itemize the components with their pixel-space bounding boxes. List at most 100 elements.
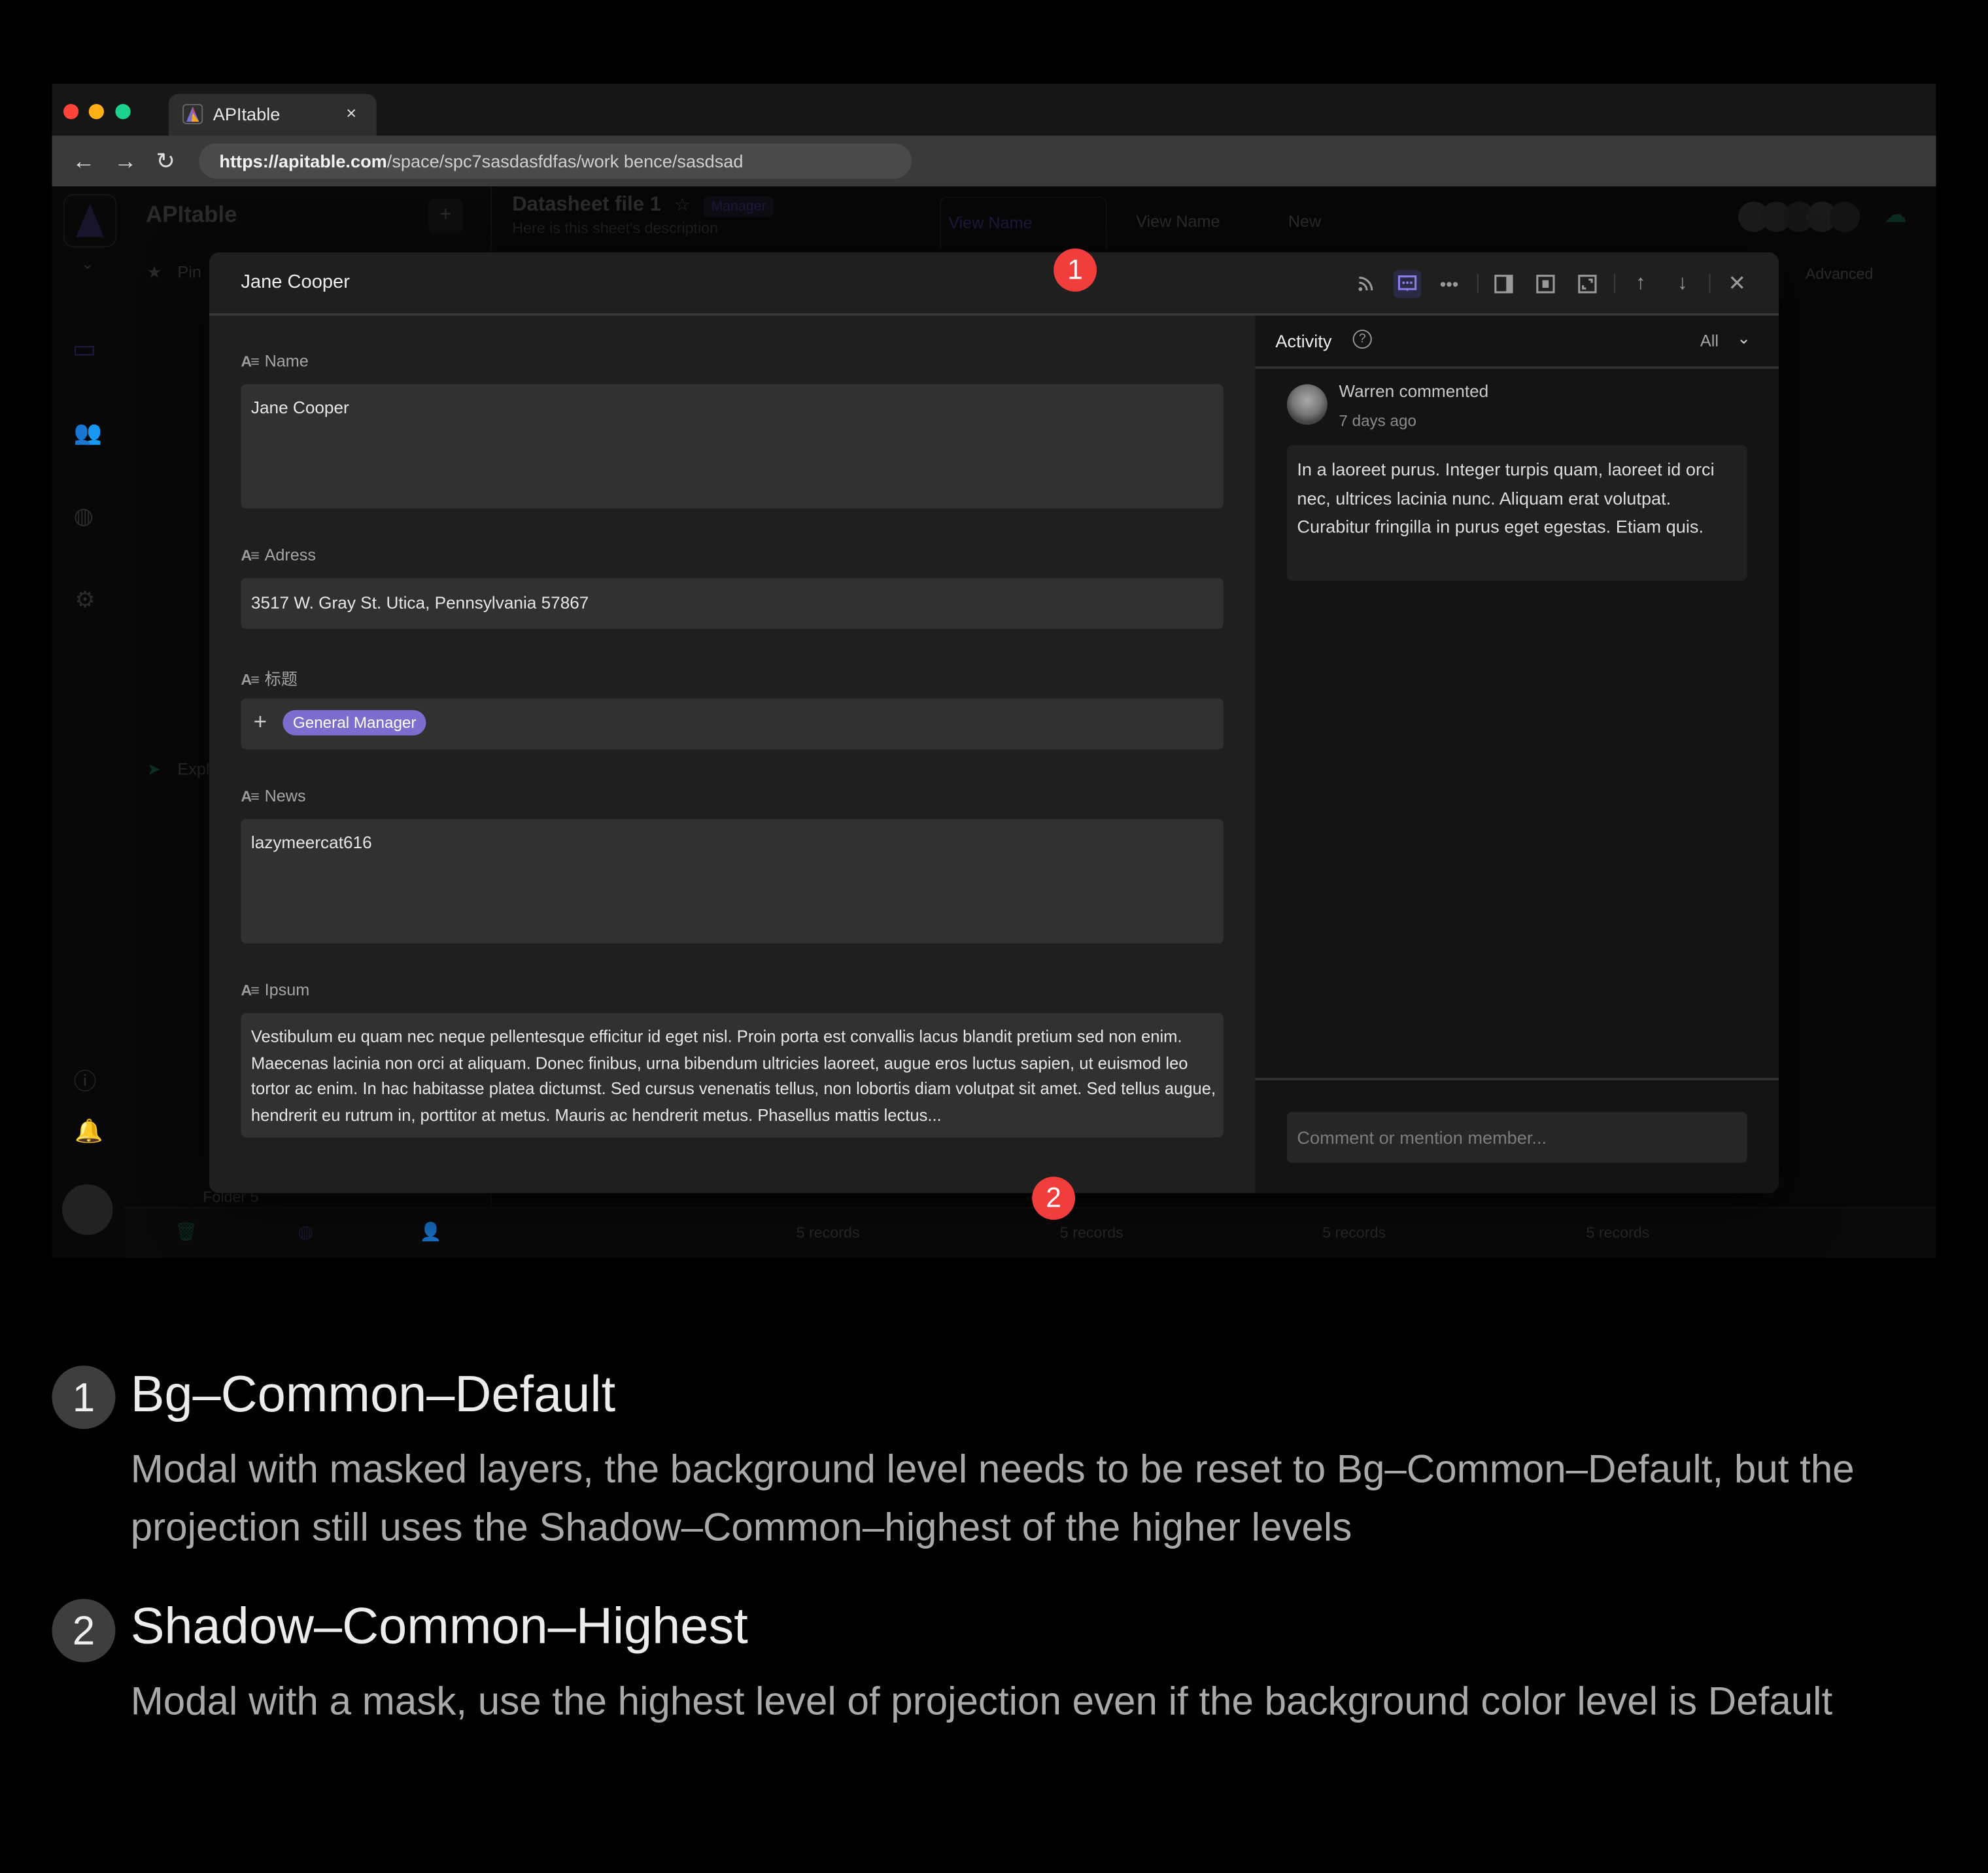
user-avatar[interactable] xyxy=(62,1184,113,1235)
activity-panel: Activity ? All ⌄ Warren commented 7 days… xyxy=(1255,315,1779,1194)
url-path: /space/spc7sasdasfdfas/work bence/sasdsa… xyxy=(386,150,744,171)
space-name: APItable xyxy=(145,201,237,228)
more-icon[interactable]: ••• xyxy=(1435,270,1464,298)
comment-text: In a laoreet purus. Integer turpis quam,… xyxy=(1297,458,1715,537)
ipsum-field[interactable]: Vestibulum eu quam nec neque pellentesqu… xyxy=(241,1013,1224,1138)
record-count[interactable]: 5 records xyxy=(1586,1224,1649,1241)
status-bar: 🗑 ◍ 👤 5 records 5 records 5 records 5 re… xyxy=(124,1207,1936,1258)
field-label-name: A≡ Name xyxy=(241,351,309,371)
news-field-value: lazymeercat616 xyxy=(250,833,372,852)
explore-rocket-icon: ➤ xyxy=(146,759,162,779)
field-label-news: A≡ News xyxy=(241,786,306,806)
comment-author: Warren commented xyxy=(1339,381,1489,401)
tab-title: APItable xyxy=(213,103,281,125)
datasheet-title: Datasheet file 1 xyxy=(512,194,661,216)
url-field[interactable]: https://apitable.com/space/spc7sasdasfdf… xyxy=(199,143,912,179)
field-label-ipsum: A≡ Ipsum xyxy=(241,980,310,999)
browser-window: APItable × ← → ↻ https://apitable.com/sp… xyxy=(52,83,1936,1258)
option-tag[interactable]: General Manager xyxy=(283,710,426,736)
workbench-icon[interactable]: ▭ xyxy=(73,334,105,364)
field-label-title: A≡ 标题 xyxy=(241,669,298,689)
fullscreen-icon[interactable] xyxy=(1573,270,1602,298)
record-modal: Jane Cooper ••• ↑ ↓ ✕ A≡ Name Jane Coope… xyxy=(209,252,1779,1194)
pin-icon: ★ xyxy=(146,262,162,282)
close-window-button[interactable] xyxy=(63,103,79,120)
minimize-window-button[interactable] xyxy=(88,103,104,120)
annotation-description: Modal with a mask, use the highest level… xyxy=(130,1678,1833,1723)
text-field-icon: A≡ xyxy=(241,670,259,689)
marker-1: 1 xyxy=(1054,249,1097,292)
space-logo[interactable] xyxy=(63,194,117,248)
maximize-window-button[interactable] xyxy=(115,103,131,120)
annotation-number: 2 xyxy=(52,1598,116,1662)
modal-header: Jane Cooper ••• ↑ ↓ ✕ xyxy=(209,252,1779,316)
invite-member-icon[interactable]: 👤 xyxy=(420,1221,442,1243)
side-panel-icon[interactable] xyxy=(1490,270,1518,298)
activity-title: Activity xyxy=(1275,331,1332,352)
text-field-icon: A≡ xyxy=(241,981,259,999)
close-icon[interactable]: ✕ xyxy=(1723,270,1751,298)
subscribe-icon[interactable] xyxy=(1352,270,1380,298)
divider xyxy=(1709,273,1711,293)
favorite-star-icon[interactable]: ☆ xyxy=(674,194,690,215)
explore-label: Expl xyxy=(177,759,210,779)
comment-icon[interactable] xyxy=(1393,269,1422,298)
url-host: https://apitable.com xyxy=(219,150,387,171)
forward-icon[interactable]: → xyxy=(114,148,137,175)
commenter-avatar xyxy=(1286,384,1328,425)
marker-2: 2 xyxy=(1032,1177,1076,1220)
ipsum-field-value: Vestibulum eu quam nec neque pellentesqu… xyxy=(250,1027,1216,1125)
role-badge: Manager xyxy=(703,196,774,217)
advanced-dropdown[interactable]: Advanced xyxy=(1806,265,1873,283)
help-icon[interactable]: ⓘ xyxy=(73,1064,96,1097)
view-tab-2[interactable]: View Name xyxy=(1136,212,1220,231)
news-field[interactable]: lazymeercat616 xyxy=(241,819,1224,944)
datasheet-header: Datasheet file 1 ☆ Manager Here is this … xyxy=(512,194,774,237)
comment-bubble: In a laoreet purus. Integer turpis quam,… xyxy=(1286,445,1747,581)
activity-filter[interactable]: All xyxy=(1700,331,1719,350)
record-count[interactable]: 5 records xyxy=(1322,1224,1386,1241)
members-icon[interactable]: 👥 xyxy=(73,420,101,447)
field-label-adress: A≡ Adress xyxy=(241,545,317,564)
record-fields: A≡ Name Jane Cooper A≡ Adress 3517 W. Gray… xyxy=(209,316,1256,1194)
record-count[interactable]: 5 records xyxy=(1060,1224,1123,1241)
record-count[interactable]: 5 records xyxy=(797,1224,860,1241)
help-icon[interactable]: ? xyxy=(1352,330,1372,349)
text-field-icon: A≡ xyxy=(241,352,259,371)
text-field-icon: A≡ xyxy=(241,546,259,564)
back-icon[interactable]: ← xyxy=(73,148,95,175)
tab-bar: APItable × xyxy=(52,83,1936,136)
settings-icon[interactable]: ⚙ xyxy=(75,587,95,614)
comment-input[interactable]: Comment or mention member... xyxy=(1286,1112,1747,1163)
previous-record-icon[interactable]: ↑ xyxy=(1626,270,1654,298)
annotation-title: Shadow–Common–Highest xyxy=(130,1598,748,1655)
chevron-down-icon[interactable]: ⌄ xyxy=(1737,328,1751,349)
new-view-button[interactable]: New xyxy=(1288,212,1321,231)
center-mode-icon[interactable] xyxy=(1532,270,1560,298)
annotation-number: 1 xyxy=(52,1366,116,1430)
explore-icon[interactable]: ◍ xyxy=(73,504,93,530)
view-tab-label: View Name xyxy=(948,213,1033,232)
adress-field[interactable]: 3517 W. Gray St. Utica, Pennsylvania 578… xyxy=(241,578,1224,629)
datasheet-description: Here is this sheet's description xyxy=(512,219,719,237)
next-record-icon[interactable]: ↓ xyxy=(1668,270,1696,298)
annotation-description: Modal with masked layers, the background… xyxy=(130,1447,1855,1550)
cloud-sync-icon: ☁ xyxy=(1884,201,1907,228)
name-field[interactable]: Jane Cooper xyxy=(241,384,1224,509)
stage: APItable × ← → ↻ https://apitable.com/sp… xyxy=(0,0,1988,1873)
title-field[interactable]: + General Manager xyxy=(241,698,1224,749)
planet-icon[interactable]: ◍ xyxy=(298,1221,314,1243)
name-field-value: Jane Cooper xyxy=(250,398,349,417)
add-option-icon[interactable]: + xyxy=(254,709,267,736)
space-switch-chevron-icon[interactable]: ⌄ xyxy=(81,255,94,273)
browser-tab[interactable]: APItable × xyxy=(168,94,377,136)
apitable-logo-icon xyxy=(182,103,203,125)
notification-icon[interactable]: 🔔 xyxy=(75,1118,103,1145)
reload-icon[interactable]: ↻ xyxy=(156,148,175,175)
modal-title: Jane Cooper xyxy=(241,271,350,293)
tab-close-icon[interactable]: × xyxy=(346,103,356,123)
address-bar: ← → ↻ https://apitable.com/space/spc7sas… xyxy=(52,135,1936,187)
view-tab-active[interactable]: View Name xyxy=(939,196,1107,249)
trash-icon[interactable]: 🗑 xyxy=(175,1221,197,1243)
add-node-button[interactable]: + xyxy=(428,199,463,233)
